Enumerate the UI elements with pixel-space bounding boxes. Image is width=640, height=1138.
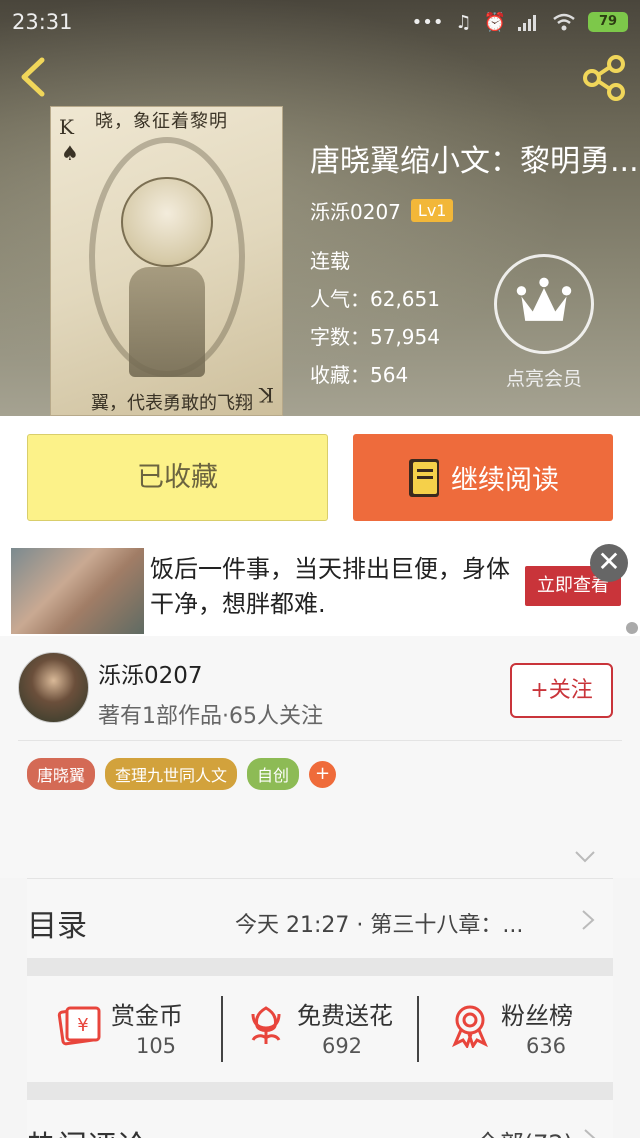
book-stats: 连载 人气：62,651 字数：57,954 收藏：564	[310, 242, 440, 394]
flower-icon	[251, 1006, 281, 1044]
chevron-right-icon	[582, 910, 595, 930]
wifi-icon	[553, 13, 575, 31]
ribbon-icon	[452, 1005, 488, 1048]
divider	[417, 996, 419, 1062]
divider	[18, 740, 622, 741]
crown-icon[interactable]	[494, 254, 594, 354]
chevron-right-icon	[584, 1129, 596, 1138]
follow-button[interactable]: +关注	[510, 663, 613, 718]
ad-info-icon[interactable]	[626, 622, 638, 634]
author-info: 著有1部作品·65人关注	[98, 704, 323, 729]
vip-label[interactable]: 点亮会员	[494, 364, 594, 391]
tag-1[interactable]: 查理九世同人文	[105, 758, 238, 790]
stat-name: 粉丝榜	[501, 1002, 573, 1030]
status-time: 23:31	[12, 10, 73, 34]
action-buttons: 已收藏 继续阅读	[0, 416, 640, 540]
section-separator	[27, 958, 613, 976]
stat-value: 105	[135, 1034, 177, 1058]
stat-value: 636	[525, 1034, 567, 1058]
book-icon	[409, 458, 439, 497]
tag-2[interactable]: 自创	[247, 758, 300, 790]
headset-icon: ♫	[455, 11, 472, 33]
back-icon[interactable]	[14, 56, 56, 98]
continue-reading-button[interactable]: 继续阅读	[353, 434, 613, 521]
catalog-label: 目录	[27, 909, 87, 944]
hot-comments-label: 热门评论	[27, 1122, 147, 1138]
avatar[interactable]	[18, 652, 89, 723]
stat-name: 免费送花	[297, 1002, 393, 1030]
close-icon[interactable]: ✕	[590, 544, 628, 582]
battery-indicator: 79	[588, 12, 628, 32]
add-tag-button[interactable]: +	[309, 760, 337, 788]
ad-text: 饭后一件事，当天排出巨便，身体干净，想胖都难.	[150, 555, 510, 618]
latest-chapter: 今天 21:27 · 第三十八章：...	[235, 913, 524, 938]
author-name[interactable]: 泺泺0207	[98, 656, 203, 690]
book-word-count: 字数：57,954	[310, 325, 440, 349]
stats-row: ¥ 赏金币 105 免费送花 692 粉丝榜 636	[27, 976, 613, 1082]
book-cover[interactable]: K ♠ 晓，象征着黎明 K 翼，代表勇敢的飞翔	[50, 106, 283, 416]
stat-name: 赏金币	[111, 1002, 183, 1030]
catalog-row[interactable]: 目录 今天 21:27 · 第三十八章：...	[27, 878, 613, 958]
signal-icon	[518, 15, 536, 31]
alarm-icon: ⏰	[483, 11, 506, 33]
level-badge: Lv1	[410, 199, 454, 222]
stat-value: 692	[321, 1034, 363, 1058]
book-author-line: 泺泺0207 Lv1	[310, 196, 454, 225]
cover-letter: K	[59, 115, 74, 139]
book-header: 23:31 ••• ♫ ⏰ 79 K ♠ 晓，象征着黎明 K 翼，代表勇敢的飞翔…	[0, 0, 640, 416]
divider	[221, 996, 223, 1062]
chevron-down-icon[interactable]	[574, 850, 596, 864]
ad-banner[interactable]: 饭后一件事，当天排出巨便，身体干净，想胖都难. 立即查看 ✕	[0, 540, 640, 636]
book-title: 唐晓翼缩小文：黎明勇...	[310, 144, 639, 179]
continue-reading-label: 继续阅读	[451, 465, 559, 496]
all-comments-link[interactable]: 全部(72)	[476, 1124, 573, 1138]
svg-text:¥: ¥	[77, 1015, 88, 1036]
hot-comments-header[interactable]: 热门评论 全部(72)	[27, 1100, 613, 1138]
book-favorites: 收藏：564	[310, 363, 409, 387]
cover-letter-bottom: K	[259, 383, 274, 407]
share-icon[interactable]	[580, 54, 628, 102]
cover-top-text: 晓，象征着黎明	[95, 111, 228, 132]
cover-figure-head	[121, 177, 213, 267]
tag-list: 唐晓翼 查理九世同人文 自创 +	[27, 758, 337, 790]
collected-button[interactable]: 已收藏	[27, 434, 328, 521]
notification-dots: •••	[411, 11, 444, 33]
cover-bottom-text: 翼，代表勇敢的飞翔	[91, 393, 253, 414]
coin-icon: ¥	[57, 1006, 101, 1046]
book-author[interactable]: 泺泺0207	[310, 196, 401, 225]
author-card: 泺泺0207 著有1部作品·65人关注 +关注 唐晓翼 查理九世同人文 自创 +	[0, 636, 640, 878]
ad-image	[11, 548, 144, 634]
book-status: 连载	[310, 249, 350, 273]
tag-0[interactable]: 唐晓翼	[27, 758, 96, 790]
spade-icon: ♠	[61, 141, 79, 165]
book-popularity: 人气：62,651	[310, 287, 440, 311]
status-bar: 23:31 ••• ♫ ⏰ 79	[0, 0, 640, 44]
section-separator	[27, 1082, 613, 1100]
cover-figure-body	[129, 267, 205, 377]
